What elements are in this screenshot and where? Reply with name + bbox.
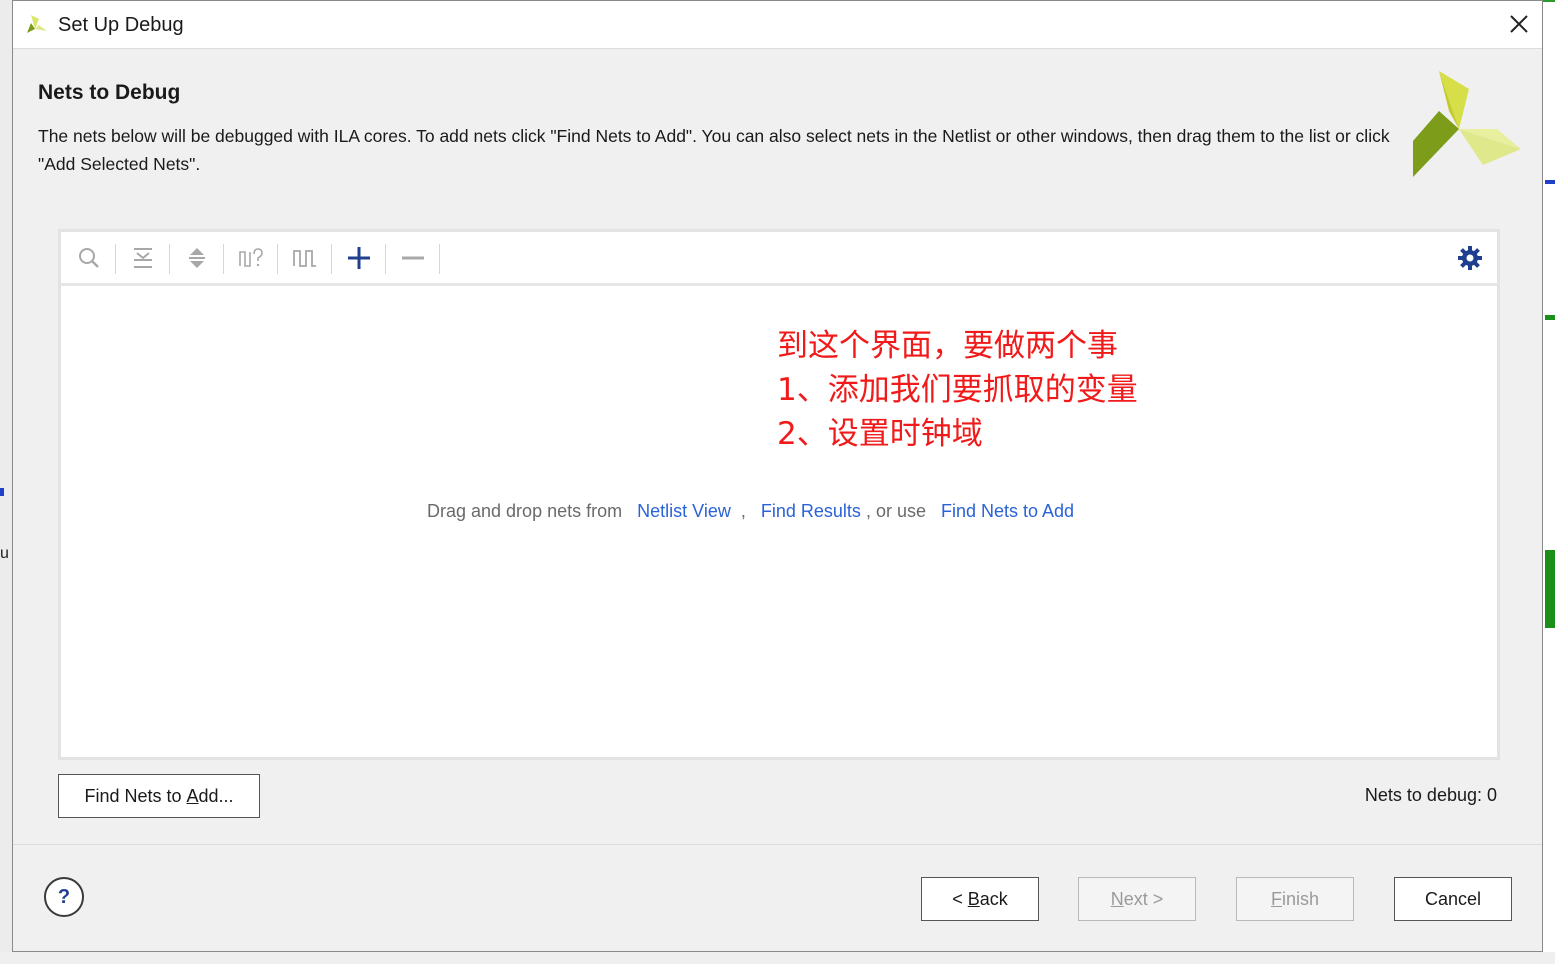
page-heading: Nets to Debug [38, 81, 181, 104]
empty-list-hint: Drag and drop nets from Netlist View , F… [427, 501, 1074, 522]
clock-domain-button[interactable] [290, 243, 320, 273]
set-up-debug-dialog: Set Up Debug Nets to Debug The nets belo… [12, 0, 1543, 952]
background-green-line [1545, 315, 1555, 320]
button-label: < [952, 888, 968, 909]
back-button[interactable]: < Back [921, 877, 1039, 921]
button-mnemonic: B [967, 888, 980, 909]
toolbar-separator [439, 244, 440, 274]
probe-type-icon [239, 248, 263, 267]
toolbar-separator [115, 244, 116, 274]
button-label: dd... [198, 785, 234, 806]
background-green-block [1545, 550, 1555, 628]
hint-or-use: , or use [865, 501, 926, 521]
finish-button[interactable]: Finish [1236, 877, 1354, 921]
button-label: inish [1281, 888, 1320, 909]
expand-all-button[interactable] [182, 243, 212, 273]
find-nets-to-add-link[interactable]: Find Nets to Add [941, 501, 1074, 521]
minus-icon [402, 256, 424, 260]
toolbar-separator [277, 244, 278, 274]
toolbar-separator [223, 244, 224, 274]
hint-comma: , [740, 501, 746, 521]
search-icon [79, 248, 99, 268]
button-label: ext > [1123, 888, 1164, 909]
collapse-all-button[interactable] [128, 243, 158, 273]
button-mnemonic: N [1110, 888, 1124, 909]
background-app-left-edge: u [0, 0, 12, 964]
probe-type-button[interactable] [236, 243, 266, 273]
remove-nets-button[interactable] [398, 243, 428, 273]
toolbar-separator [385, 244, 386, 274]
button-mnemonic: F [1270, 888, 1282, 909]
netlist-view-link[interactable]: Netlist View [637, 501, 731, 521]
plus-icon [348, 247, 370, 269]
background-app-bottom-edge [0, 952, 1555, 964]
background-text-fragment: u [0, 545, 9, 562]
next-button[interactable]: Next > [1078, 877, 1196, 921]
toolbar-separator [169, 244, 170, 274]
close-icon[interactable] [1506, 11, 1532, 37]
cancel-button[interactable]: Cancel [1394, 877, 1512, 921]
footer-divider [13, 844, 1542, 845]
annotation-line: 2、设置时钟域 [777, 416, 983, 452]
dialog-title: Set Up Debug [58, 14, 184, 36]
nets-toolbar [61, 232, 1497, 286]
gear-icon[interactable] [1457, 245, 1483, 271]
find-results-link[interactable]: Find Results [761, 501, 861, 521]
button-label: ack [979, 888, 1008, 909]
toolbar-separator [331, 244, 332, 274]
background-blue-line [1545, 180, 1555, 184]
search-button[interactable] [74, 243, 104, 273]
vivado-logo-icon [27, 15, 47, 33]
button-mnemonic: A [186, 785, 199, 806]
help-button[interactable]: ? [44, 877, 84, 917]
nets-to-debug-count: Nets to debug: 0 [1364, 785, 1497, 805]
clock-domain-icon [293, 250, 316, 267]
nets-to-debug-panel: 到这个界面，要做两个事 1、添加我们要抓取的变量 2、设置时钟域 Drag an… [58, 229, 1500, 760]
red-annotation: 到这个界面，要做两个事 1、添加我们要抓取的变量 2、设置时钟域 [777, 324, 1138, 456]
button-label: Find Nets to [84, 785, 187, 806]
page-description: The nets below will be debugged with ILA… [38, 126, 1390, 174]
vivado-large-logo-icon [1413, 71, 1521, 177]
background-app-right-edge [1543, 0, 1555, 964]
background-marker [0, 488, 4, 496]
annotation-line: 1、添加我们要抓取的变量 [777, 372, 1138, 408]
hint-text: Drag and drop nets from [427, 501, 623, 521]
collapse-all-icon [134, 248, 152, 268]
add-nets-button[interactable] [344, 243, 374, 273]
annotation-line: 到这个界面，要做两个事 [777, 328, 1118, 364]
expand-all-icon [189, 248, 205, 268]
find-nets-to-add-button[interactable]: Find Nets to Add... [58, 774, 260, 818]
dialog-titlebar: Set Up Debug [13, 1, 1542, 49]
